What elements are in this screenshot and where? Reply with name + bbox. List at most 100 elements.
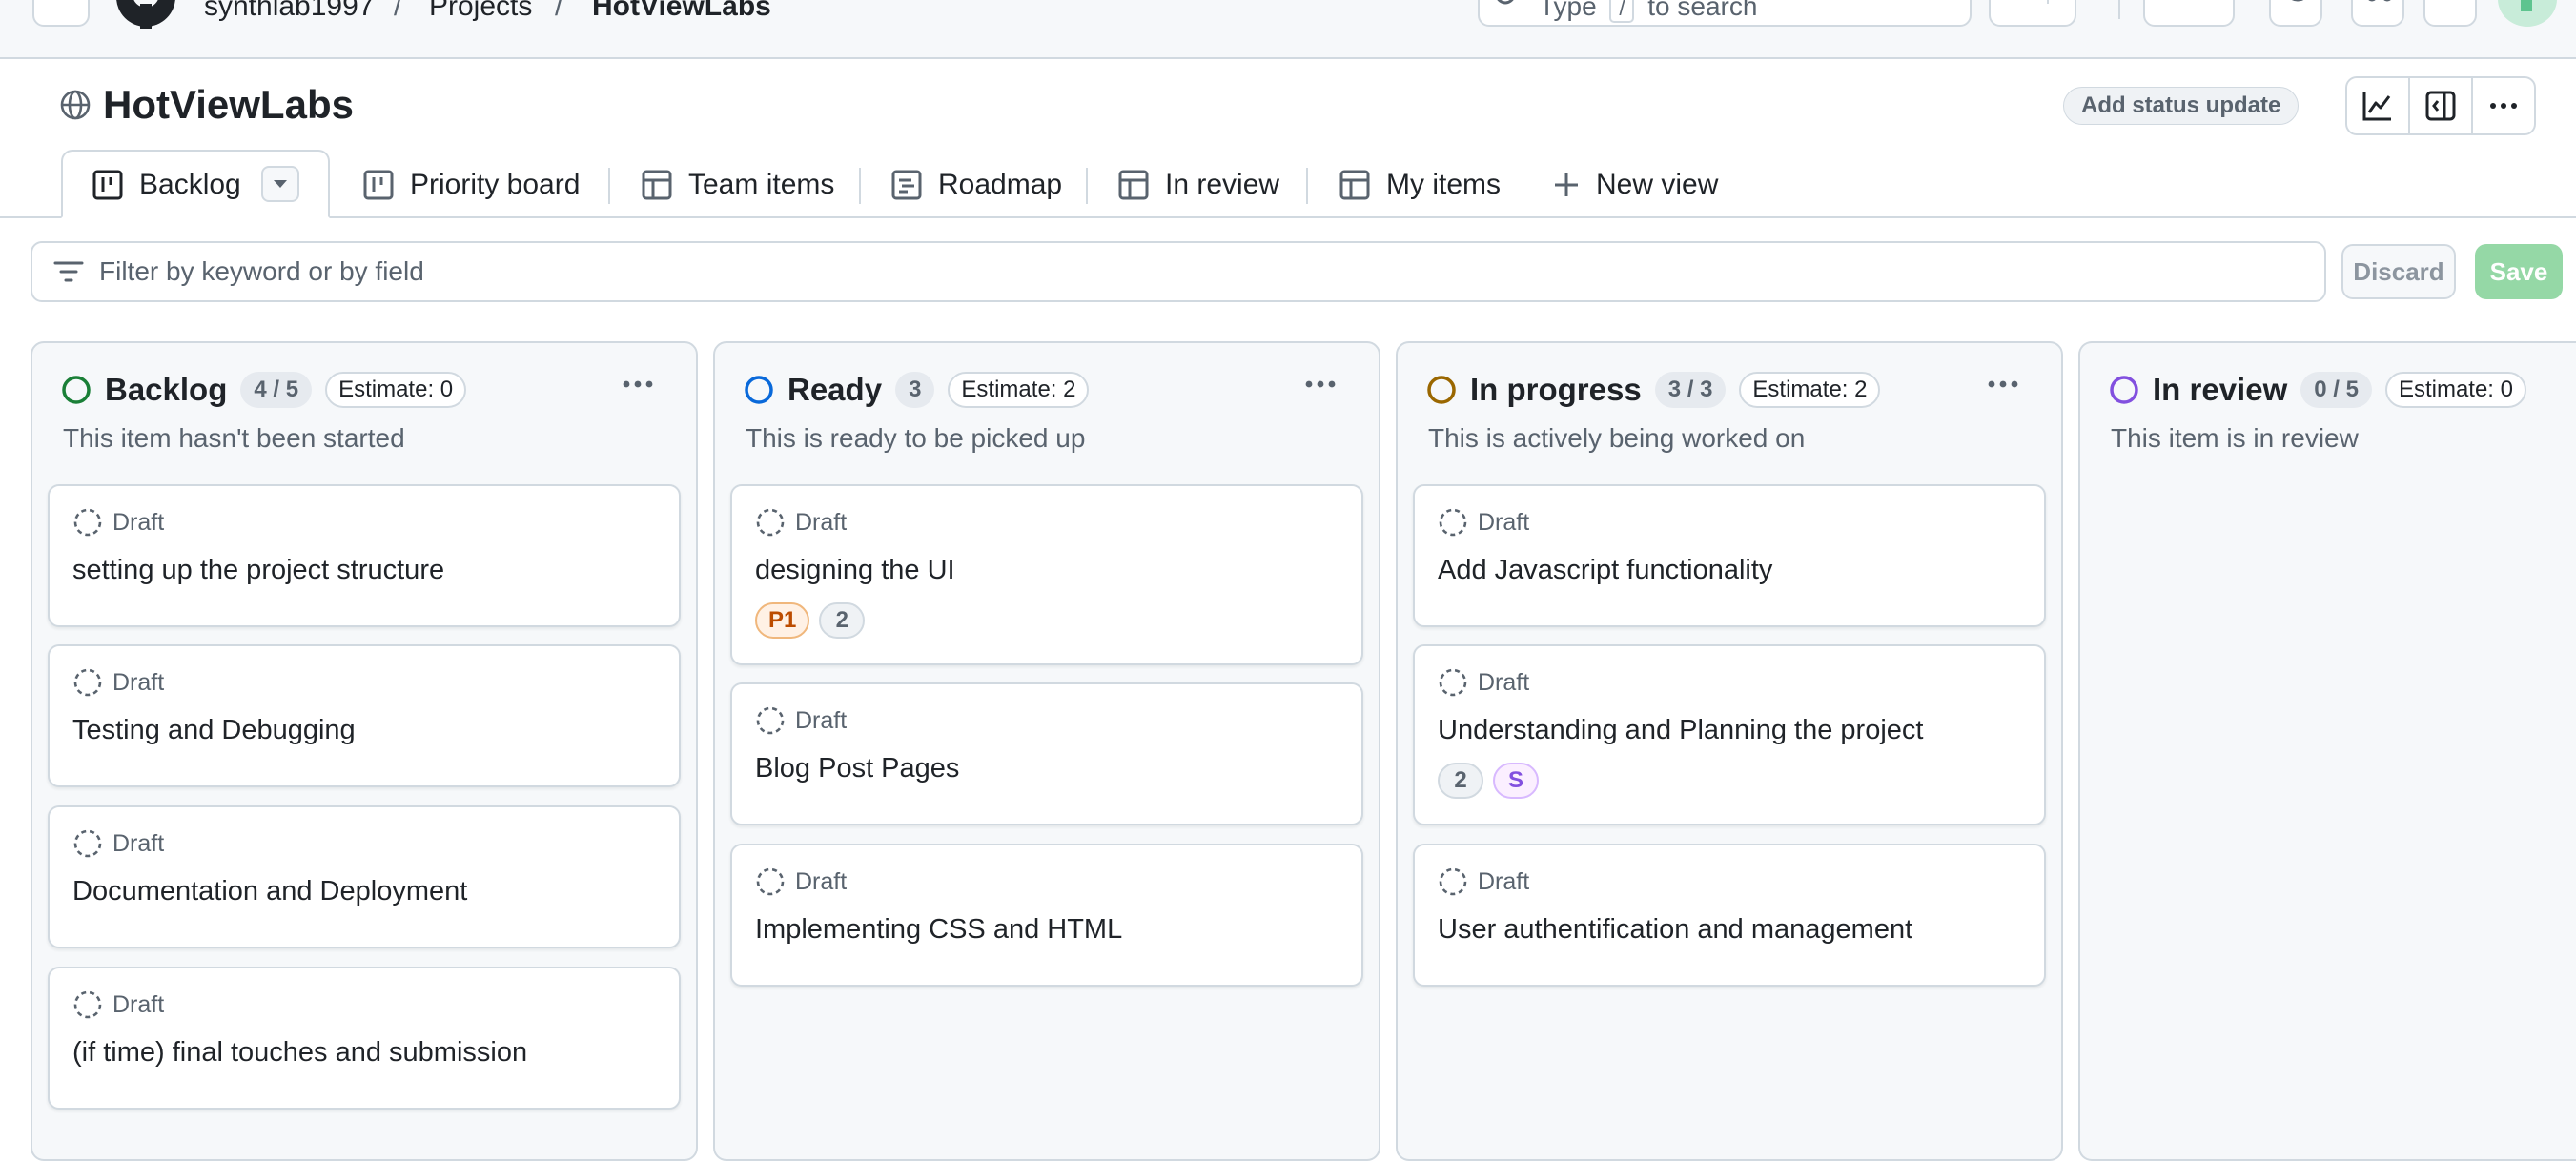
status-circle-icon — [62, 376, 91, 404]
top-header: synthlab1997 / Projects / HotViewLabs Ty… — [0, 0, 2576, 59]
card-title[interactable]: Testing and Debugging — [72, 715, 356, 746]
breadcrumb-owner[interactable]: synthlab1997 — [204, 0, 374, 23]
column-menu-icon[interactable] — [622, 377, 654, 391]
breadcrumb-project[interactable]: HotViewLabs — [592, 0, 771, 23]
inbox-button[interactable] — [2423, 0, 2477, 27]
new-view-button[interactable]: New view — [1552, 166, 1718, 204]
globe-icon — [60, 90, 91, 120]
column-title: In progress — [1470, 372, 1642, 407]
column-header: Ready 3 Estimate: 2 — [744, 372, 1090, 408]
issue-opened-icon — [2291, 0, 2304, 2]
kebab-horizontal-icon — [2490, 103, 2517, 109]
header-divider — [2118, 0, 2120, 19]
column-description: This item is in review — [2111, 423, 2359, 453]
board-card[interactable]: Draft User authentification and manageme… — [1413, 844, 2046, 987]
board-card[interactable]: Draft Understanding and Planning the pro… — [1413, 644, 2046, 825]
column-header: In progress 3 / 3 Estimate: 2 — [1426, 372, 1881, 408]
project-title-row: HotViewLabs — [59, 82, 354, 128]
tab-separator — [1086, 168, 1088, 204]
tab-priority-board[interactable]: Priority board — [362, 166, 580, 204]
menu-button[interactable] — [32, 0, 90, 27]
draft-issue-icon — [756, 867, 785, 896]
search-shortcut-key: / — [1609, 0, 1635, 23]
plus-icon — [1555, 173, 1578, 196]
board-card[interactable]: Draft Documentation and Deployment — [48, 805, 681, 948]
board-icon — [92, 170, 123, 200]
tab-my-items[interactable]: My items — [1339, 166, 1501, 204]
column-header: In review 0 / 5 Estimate: 0 — [2109, 372, 2526, 408]
create-new-button[interactable] — [2143, 0, 2235, 27]
discard-button[interactable]: Discard — [2341, 244, 2456, 299]
column-menu-icon[interactable] — [1304, 377, 1337, 391]
tab-in-review[interactable]: In review — [1117, 166, 1279, 204]
card-title[interactable]: Add Javascript functionality — [1438, 555, 1772, 586]
board-column-ready: Ready 3 Estimate: 2 This is ready to be … — [713, 341, 1380, 1161]
board-card[interactable]: Draft Implementing CSS and HTML — [730, 844, 1363, 987]
tab-team-items[interactable]: Team items — [641, 166, 834, 204]
card-type: Draft — [755, 705, 847, 736]
card-type: Draft — [72, 507, 164, 538]
tab-separator — [859, 168, 861, 204]
table-icon — [1339, 170, 1370, 200]
view-options-dropdown[interactable] — [261, 166, 299, 202]
column-item-count: 3 — [895, 372, 935, 408]
board-icon — [363, 170, 394, 200]
side-panel-button[interactable] — [2410, 78, 2473, 133]
card-title[interactable]: User authentification and management — [1438, 914, 1912, 946]
tab-roadmap[interactable]: Roadmap — [890, 166, 1062, 204]
search-input[interactable]: Type / to search — [1478, 0, 1972, 27]
triangle-down-icon — [274, 180, 287, 188]
save-button[interactable]: Save — [2475, 244, 2563, 299]
search-placeholder: Type / to search — [1539, 0, 1757, 23]
tab-backlog[interactable]: Backlog — [92, 166, 241, 204]
board-card[interactable]: Draft (if time) final touches and submis… — [48, 967, 681, 1110]
tab-label: Roadmap — [938, 169, 1063, 200]
column-description: This is actively being worked on — [1428, 423, 1806, 453]
card-type: Draft — [72, 989, 164, 1020]
board-card[interactable]: Draft Add Javascript functionality — [1413, 484, 2046, 627]
filter-placeholder: Filter by keyword or by field — [99, 256, 424, 286]
priority-label: P1 — [755, 602, 810, 639]
board-column-in-review: In review 0 / 5 Estimate: 0 This item is… — [2078, 341, 2576, 1161]
issues-button[interactable] — [2269, 0, 2322, 27]
card-title[interactable]: Blog Post Pages — [755, 753, 959, 784]
card-title[interactable]: Implementing CSS and HTML — [755, 914, 1122, 946]
card-title[interactable]: Understanding and Planning the project — [1438, 715, 1923, 746]
pull-requests-button[interactable] — [2351, 0, 2404, 27]
plus-icon — [2145, 0, 2237, 29]
card-fields: 2 S — [1438, 763, 1539, 799]
add-status-update-button[interactable]: Add status update — [2063, 87, 2300, 125]
hamburger-icon — [34, 0, 92, 29]
copilot-button[interactable] — [1989, 0, 2076, 27]
card-title[interactable]: Documentation and Deployment — [72, 876, 467, 907]
board-column-backlog: Backlog 4 / 5 Estimate: 0 This item hasn… — [31, 341, 698, 1161]
insights-button[interactable] — [2347, 78, 2410, 133]
breadcrumb-projects[interactable]: Projects — [429, 0, 532, 23]
avatar[interactable] — [2498, 0, 2557, 27]
tab-separator — [1306, 168, 1308, 204]
card-type: Draft — [72, 667, 164, 698]
column-estimate: Estimate: 0 — [2384, 372, 2526, 408]
column-header: Backlog 4 / 5 Estimate: 0 — [61, 372, 467, 408]
board-card[interactable]: Draft Testing and Debugging — [48, 644, 681, 787]
roadmap-icon — [891, 170, 922, 200]
board-card[interactable]: Draft setting up the project structure — [48, 484, 681, 627]
tab-label: My items — [1386, 169, 1501, 200]
card-type: Draft — [755, 507, 847, 538]
board-card[interactable]: Draft Blog Post Pages — [730, 682, 1363, 825]
status-circle-icon — [1427, 376, 1456, 404]
card-type: Draft — [755, 866, 847, 897]
column-title: In review — [2153, 372, 2288, 407]
card-title[interactable]: designing the UI — [755, 555, 955, 586]
github-logo-icon[interactable] — [114, 0, 177, 29]
column-menu-icon[interactable] — [1987, 377, 2019, 391]
card-title[interactable]: setting up the project structure — [72, 555, 444, 586]
card-title[interactable]: (if time) final touches and submission — [72, 1037, 527, 1069]
draft-issue-icon — [1439, 867, 1467, 896]
filter-input[interactable]: Filter by keyword or by field — [31, 241, 2326, 302]
tab-label: Team items — [688, 169, 835, 200]
board-card[interactable]: Draft designing the UI P1 2 — [730, 484, 1363, 665]
column-description: This is ready to be picked up — [746, 423, 1086, 453]
draft-issue-icon — [1439, 508, 1467, 537]
more-options-button[interactable] — [2473, 78, 2534, 133]
